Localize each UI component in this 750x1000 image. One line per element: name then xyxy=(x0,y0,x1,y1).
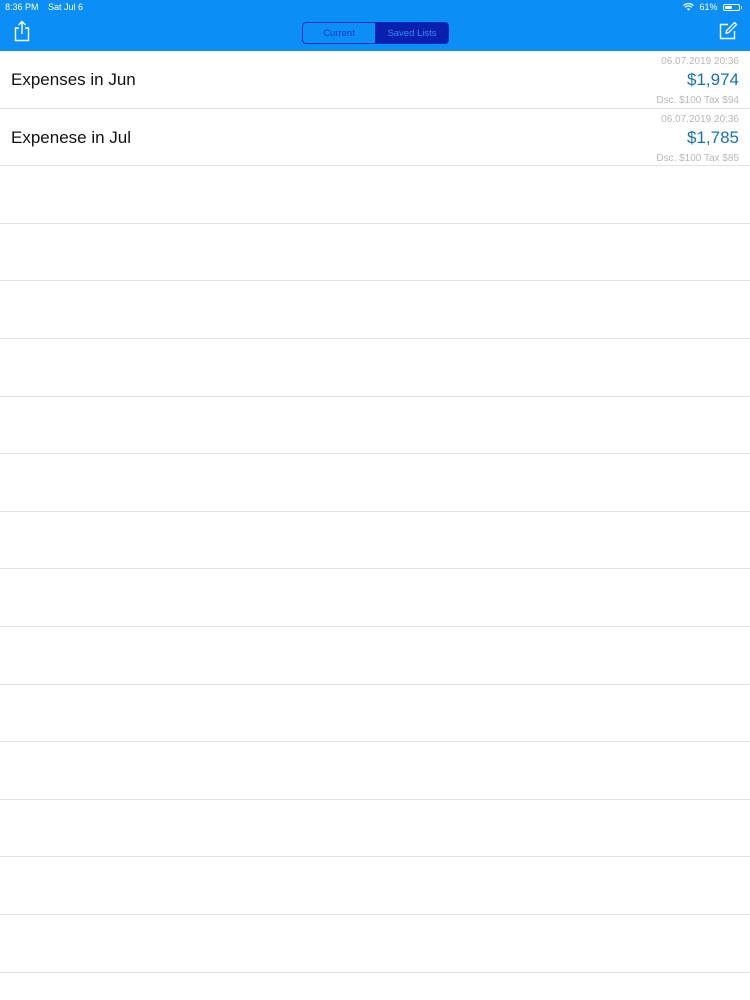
empty-row xyxy=(0,512,750,570)
saved-list-row[interactable]: Expenese in Jul 06.07.2019 20:36 $1,785 … xyxy=(0,109,750,167)
empty-row xyxy=(0,224,750,282)
share-button[interactable] xyxy=(9,20,35,47)
list-amount: $1,974 xyxy=(687,70,739,89)
empty-row xyxy=(0,915,750,973)
list-date: 06.07.2019 20:36 xyxy=(661,56,739,67)
share-icon xyxy=(13,20,31,47)
empty-row xyxy=(0,397,750,455)
segment-current[interactable]: Current xyxy=(303,23,375,43)
segment-saved-lists[interactable]: Saved Lists xyxy=(375,23,448,43)
battery-fill xyxy=(724,5,733,9)
empty-row xyxy=(0,166,750,224)
empty-row xyxy=(0,742,750,800)
empty-row xyxy=(0,800,750,858)
list-discount-tax: Dsc. $100 Tax $94 xyxy=(656,95,739,106)
empty-row xyxy=(0,857,750,915)
saved-list-row[interactable]: Expenses in Jun 06.07.2019 20:36 $1,974 … xyxy=(0,51,750,109)
empty-row xyxy=(0,281,750,339)
list-mode-segmented-control[interactable]: Current Saved Lists xyxy=(302,22,449,44)
wifi-icon xyxy=(683,3,695,11)
battery-cap xyxy=(740,5,742,9)
app-root: 8:36 PM Sat Jul 6 61% Current Saved List… xyxy=(0,0,750,1000)
list-title: Expenese in Jul xyxy=(11,127,132,147)
status-bar: 8:36 PM Sat Jul 6 61% xyxy=(0,0,750,14)
compose-icon xyxy=(718,21,738,46)
status-date: Sat Jul 6 xyxy=(48,2,84,12)
status-indicators: 61% xyxy=(683,0,742,14)
saved-lists-table: Expenses in Jun 06.07.2019 20:36 $1,974 … xyxy=(0,51,750,973)
list-date: 06.07.2019 20:36 xyxy=(661,113,739,125)
empty-row xyxy=(0,627,750,685)
battery-icon xyxy=(722,3,742,11)
compose-button[interactable] xyxy=(715,21,741,45)
empty-row xyxy=(0,454,750,512)
battery-body xyxy=(722,3,740,11)
empty-row xyxy=(0,339,750,397)
list-discount-tax: Dsc. $100 Tax $85 xyxy=(656,152,739,164)
empty-row xyxy=(0,685,750,743)
battery-percent: 61% xyxy=(699,2,718,12)
empty-row xyxy=(0,569,750,627)
list-title: Expenses in Jun xyxy=(11,70,136,89)
list-amount: $1,785 xyxy=(687,127,739,147)
navigation-header: 8:36 PM Sat Jul 6 61% Current Saved List… xyxy=(0,0,750,51)
status-time: 8:36 PM xyxy=(5,2,39,12)
